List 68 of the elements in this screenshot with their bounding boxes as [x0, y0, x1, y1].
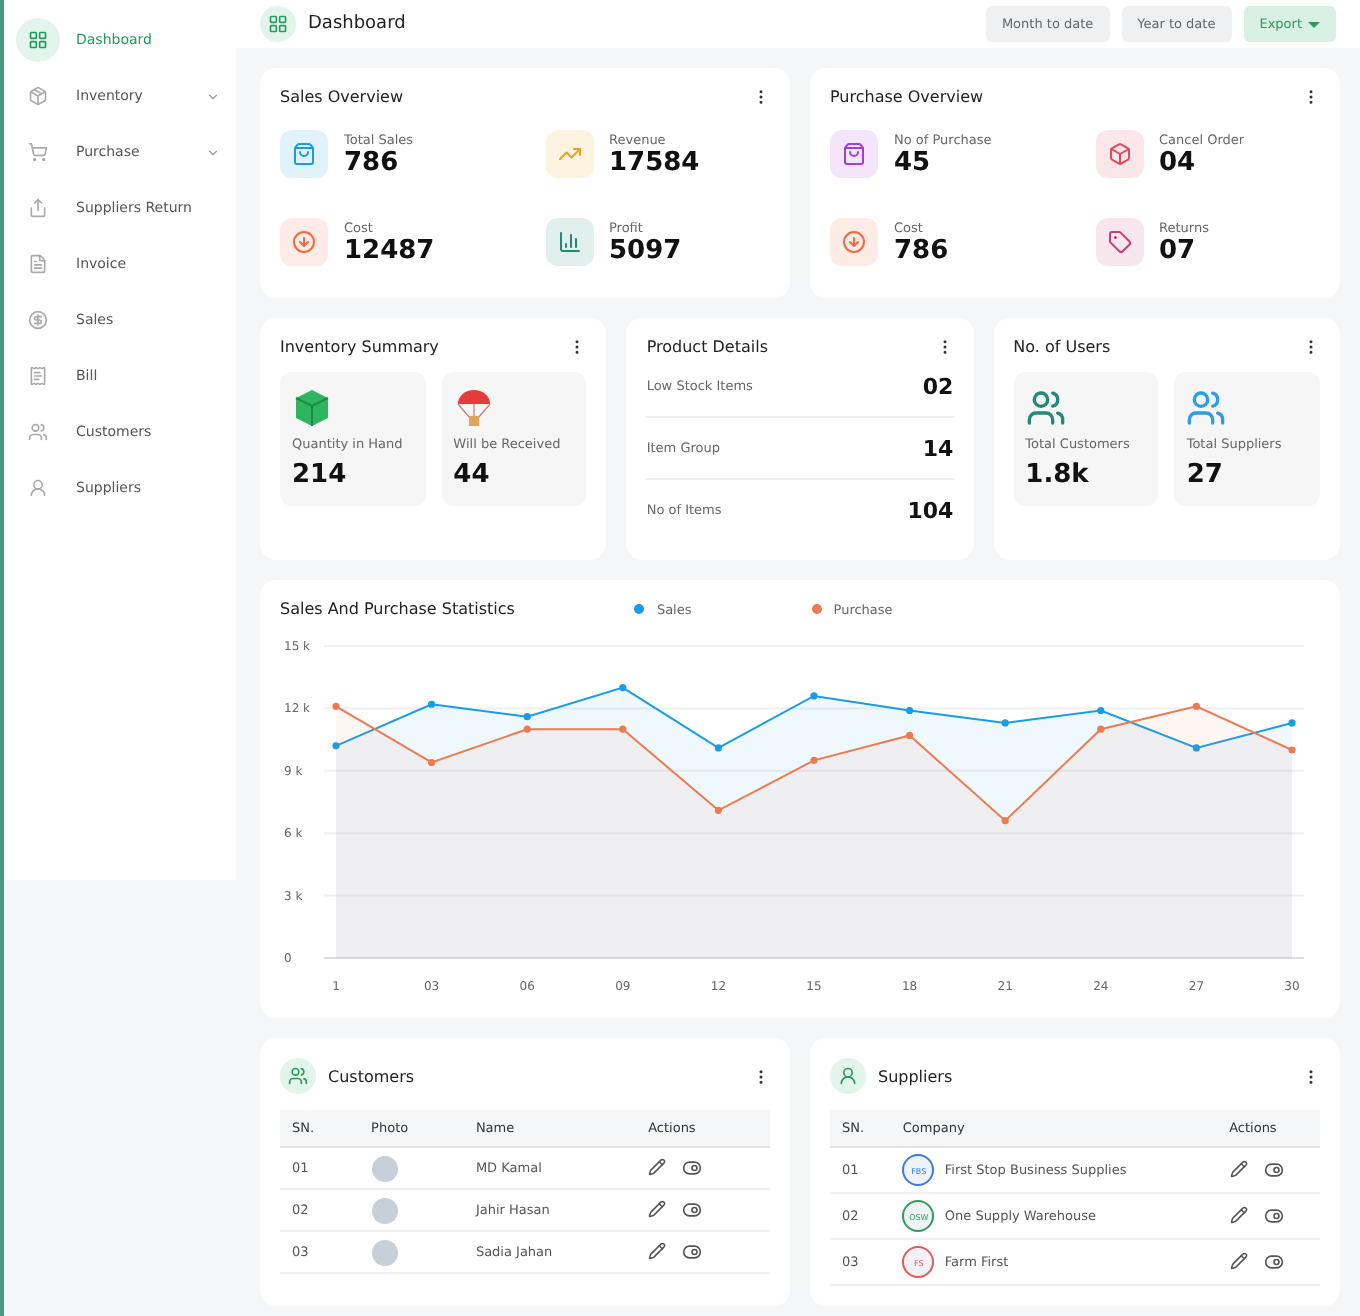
- data-point: [332, 742, 340, 750]
- data-point: [332, 702, 340, 710]
- data-point: [906, 706, 914, 715]
- card-title: Inventory Summary: [280, 338, 439, 356]
- edit-icon[interactable]: [1229, 1159, 1248, 1177]
- user-icon: [830, 1058, 866, 1094]
- avatar: [371, 1239, 398, 1265]
- data-point: [1288, 746, 1296, 754]
- card-title: Product Details: [646, 338, 768, 356]
- tile-value: 214: [292, 460, 349, 490]
- data-point: [1288, 719, 1296, 727]
- card-title: Sales And Purchase Statistics: [280, 600, 515, 618]
- grid-icon: [16, 18, 60, 62]
- stat-value: 45: [894, 147, 933, 177]
- stat-value: 04: [1159, 147, 1198, 177]
- card-title: Customers: [328, 1067, 415, 1085]
- toggle-icon[interactable]: [682, 1241, 703, 1261]
- data-point: [1192, 744, 1200, 752]
- stat-value: 786: [894, 235, 949, 265]
- data-point: [810, 692, 818, 700]
- toggle-icon[interactable]: [682, 1199, 703, 1219]
- caret-icon: [1308, 21, 1320, 27]
- data-point: [428, 700, 436, 708]
- data-point: [1001, 817, 1009, 825]
- stat-value: 17584: [609, 147, 700, 177]
- page-title: Dashboard: [308, 14, 408, 34]
- tile-value: 44: [453, 460, 492, 490]
- avatar: [371, 1155, 398, 1181]
- stat-value: 12487: [344, 235, 435, 265]
- data-point: [619, 684, 627, 692]
- data-point: [1097, 706, 1105, 715]
- toggle-icon[interactable]: [682, 1157, 703, 1177]
- card-title: No. of Users: [1013, 338, 1111, 356]
- data-point: [906, 731, 914, 740]
- toggle-icon[interactable]: [1263, 1251, 1284, 1271]
- grid-icon: [260, 6, 296, 42]
- stat-value: 07: [1159, 235, 1198, 265]
- toggle-icon[interactable]: [1263, 1159, 1284, 1179]
- edit-icon[interactable]: [648, 1199, 667, 1217]
- edit-icon[interactable]: [1229, 1251, 1248, 1269]
- edit-icon[interactable]: [1229, 1205, 1248, 1223]
- stat-value: 5097: [609, 235, 682, 265]
- data-point: [428, 758, 436, 767]
- tile-value: 27: [1186, 460, 1225, 490]
- edit-icon[interactable]: [648, 1157, 667, 1175]
- card-title: Suppliers: [878, 1067, 953, 1085]
- cube-icon: [292, 388, 332, 428]
- parachute-icon: [453, 388, 494, 428]
- card-title: Sales Overview: [280, 88, 403, 106]
- toggle-icon[interactable]: [1263, 1205, 1284, 1225]
- data-point: [523, 713, 531, 721]
- detail-value: 104: [907, 497, 954, 523]
- data-point: [714, 744, 722, 752]
- tile-value: 1.8k: [1025, 460, 1091, 490]
- data-point: [1001, 719, 1009, 727]
- data-point: [1192, 702, 1200, 710]
- stat-value: 786: [344, 147, 401, 177]
- edit-icon[interactable]: [648, 1241, 667, 1259]
- avatar: [371, 1197, 398, 1223]
- card-title: Purchase Overview: [830, 88, 984, 106]
- users-icon: [280, 1058, 316, 1094]
- detail-value: 02: [922, 373, 954, 399]
- data-point: [523, 725, 531, 733]
- data-point: [714, 806, 722, 814]
- detail-value: 14: [922, 435, 954, 461]
- data-point: [1097, 725, 1105, 733]
- data-point: [810, 756, 818, 764]
- data-point: [619, 725, 627, 733]
